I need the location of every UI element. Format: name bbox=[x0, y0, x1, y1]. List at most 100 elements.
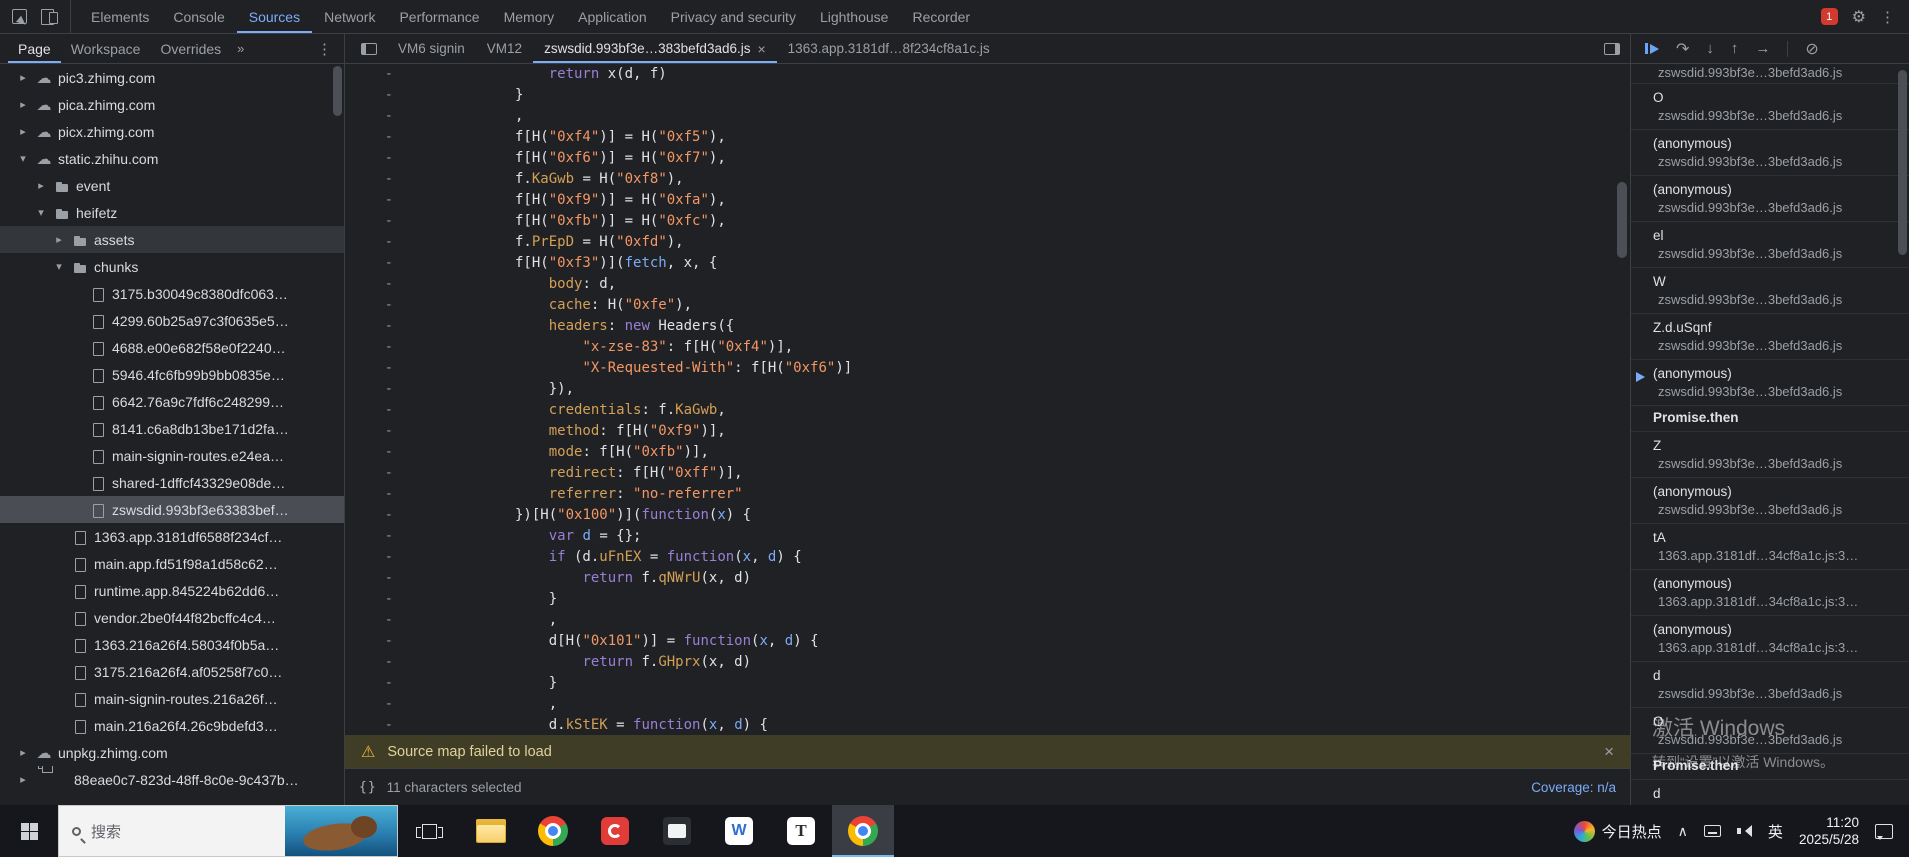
coverage-link[interactable]: Coverage: n/a bbox=[1531, 780, 1616, 795]
line-gutter[interactable]: - bbox=[345, 190, 393, 211]
line-gutter[interactable]: - bbox=[345, 253, 393, 274]
code-line[interactable]: -f.PrEpD = H("0xfd"), bbox=[345, 232, 1630, 253]
tree-item[interactable]: 6642.76a9c7fdf6c248299… bbox=[0, 388, 344, 415]
line-gutter[interactable]: - bbox=[345, 526, 393, 547]
code-line[interactable]: - d.kStEK = function(x, d) { bbox=[345, 715, 1630, 735]
line-gutter[interactable]: - bbox=[345, 232, 393, 253]
tree-item[interactable]: 3175.b30049c8380dfc063… bbox=[0, 280, 344, 307]
call-stack-frame[interactable]: (anonymous)1363.app.3181df…34cf8a1c.js:3… bbox=[1631, 570, 1909, 616]
line-gutter[interactable]: - bbox=[345, 694, 393, 715]
chrome-active-button[interactable] bbox=[832, 805, 894, 857]
tree-item[interactable]: shared-1dffcf43329e08de… bbox=[0, 469, 344, 496]
tree-item[interactable]: main-signin-routes.216a26f… bbox=[0, 685, 344, 712]
toggle-debugger-button[interactable] bbox=[1594, 34, 1630, 63]
chrome-button[interactable] bbox=[522, 805, 584, 857]
tree-item[interactable]: 1363.216a26f4.58034f0b5a… bbox=[0, 631, 344, 658]
call-stack-frame[interactable]: dzswsdid.993bf3e…3befd3ad6.js bbox=[1631, 662, 1909, 708]
line-gutter[interactable]: - bbox=[345, 379, 393, 400]
step-over-button[interactable]: ↷ bbox=[1676, 39, 1689, 59]
code-line[interactable]: - referrer: "no-referrer" bbox=[345, 484, 1630, 505]
search-highlight-image[interactable] bbox=[285, 806, 397, 856]
pretty-print-button[interactable]: {} bbox=[359, 780, 377, 795]
search-input[interactable]: 搜索 bbox=[58, 805, 398, 857]
code-line[interactable]: -} bbox=[345, 85, 1630, 106]
file-tab[interactable]: VM6 signin bbox=[387, 34, 476, 63]
start-button[interactable] bbox=[0, 805, 58, 857]
code-line[interactable]: - headers: new Headers({ bbox=[345, 316, 1630, 337]
expand-icon[interactable]: ▸ bbox=[16, 746, 30, 759]
tree-item[interactable]: ▸assets bbox=[0, 226, 344, 253]
red-app-button[interactable] bbox=[584, 805, 646, 857]
line-gutter[interactable]: - bbox=[345, 673, 393, 694]
expand-icon[interactable]: ▸ bbox=[16, 98, 30, 111]
line-gutter[interactable]: - bbox=[345, 547, 393, 568]
line-gutter[interactable]: - bbox=[345, 484, 393, 505]
tree-item[interactable]: ▸event bbox=[0, 172, 344, 199]
code-line[interactable]: - if (d.uFnEX = function(x, d) { bbox=[345, 547, 1630, 568]
tree-item[interactable]: ▾☁static.zhihu.com bbox=[0, 145, 344, 172]
collapse-icon[interactable]: ▾ bbox=[16, 152, 30, 165]
close-icon[interactable]: × bbox=[1604, 742, 1614, 762]
volume-icon[interactable] bbox=[1737, 824, 1752, 838]
code-line[interactable]: - mode: f[H("0xfb")], bbox=[345, 442, 1630, 463]
step-out-button[interactable]: ↑ bbox=[1731, 40, 1739, 57]
tab-performance[interactable]: Performance bbox=[387, 0, 491, 33]
code-line[interactable]: - method: f[H("0xf9")], bbox=[345, 421, 1630, 442]
tab-privacy-and-security[interactable]: Privacy and security bbox=[659, 0, 808, 33]
line-gutter[interactable]: - bbox=[345, 337, 393, 358]
code-line[interactable]: -f.KaGwb = H("0xf8"), bbox=[345, 169, 1630, 190]
tab-elements[interactable]: Elements bbox=[79, 0, 161, 33]
resume-button[interactable] bbox=[1645, 43, 1659, 54]
expand-icon[interactable]: ▸ bbox=[16, 125, 30, 138]
file-tab[interactable]: 1363.app.3181df…8f234cf8a1c.js bbox=[777, 34, 1001, 63]
tab-network[interactable]: Network bbox=[312, 0, 387, 33]
code-line[interactable]: -f[H("0xf9")] = H("0xfa"), bbox=[345, 190, 1630, 211]
typora-button[interactable]: T bbox=[770, 805, 832, 857]
tab-application[interactable]: Application bbox=[566, 0, 659, 33]
code-line[interactable]: - "x-zse-83": f[H("0xf4")], bbox=[345, 337, 1630, 358]
issues-badge[interactable]: 1 bbox=[1821, 8, 1838, 25]
tree-item[interactable]: main.app.fd51f98a1d58c62… bbox=[0, 550, 344, 577]
code-line[interactable]: - return f.GHprx(x, d) bbox=[345, 652, 1630, 673]
tree-item[interactable]: ▸☁pica.zhimg.com bbox=[0, 91, 344, 118]
line-gutter[interactable]: - bbox=[345, 316, 393, 337]
step-button[interactable]: → bbox=[1755, 40, 1770, 57]
call-stack-frame[interactable]: (anonymous)1363.app.3181df…34cf8a1c.js:3… bbox=[1631, 616, 1909, 662]
line-gutter[interactable]: - bbox=[345, 127, 393, 148]
tree-item[interactable]: ▸☁pic3.zhimg.com bbox=[0, 64, 344, 91]
collapse-icon[interactable]: ▾ bbox=[52, 260, 66, 273]
tree-item[interactable]: ▸☁unpkg.zhimg.com bbox=[0, 739, 344, 766]
tab-sources[interactable]: Sources bbox=[237, 0, 312, 33]
line-gutter[interactable]: - bbox=[345, 463, 393, 484]
line-gutter[interactable]: - bbox=[345, 442, 393, 463]
call-stack-frame[interactable]: (anonymous)zswsdid.993bf3e…3befd3ad6.js bbox=[1631, 130, 1909, 176]
line-gutter[interactable]: - bbox=[345, 589, 393, 610]
navigator-tab-page[interactable]: Page bbox=[8, 34, 61, 63]
call-stack-frame[interactable]: Ozswsdid.993bf3e…3befd3ad6.js bbox=[1631, 708, 1909, 754]
scrollbar-thumb[interactable] bbox=[1617, 182, 1627, 258]
code-line[interactable]: - "X-Requested-With": f[H("0xf6")] bbox=[345, 358, 1630, 379]
tree-item[interactable]: main.216a26f4.26c9bdefd3… bbox=[0, 712, 344, 739]
tree-item[interactable]: runtime.app.845224b62dd6… bbox=[0, 577, 344, 604]
code-line[interactable]: - , bbox=[345, 694, 1630, 715]
code-line[interactable]: - credentials: f.KaGwb, bbox=[345, 400, 1630, 421]
code-line[interactable]: -f[H("0xf4")] = H("0xf5"), bbox=[345, 127, 1630, 148]
tab-console[interactable]: Console bbox=[161, 0, 236, 33]
call-stack-frame[interactable]: dzswsdid.993bf3e…3befd3ad6.js bbox=[1631, 780, 1909, 805]
tree-item[interactable]: 8141.c6a8db13be171d2fa… bbox=[0, 415, 344, 442]
file-tab[interactable]: zswsdid.993bf3e…383befd3ad6.js× bbox=[533, 34, 777, 63]
deactivate-breakpoints-button[interactable]: ⊘ bbox=[1805, 39, 1818, 59]
call-stack-frame[interactable]: Wzswsdid.993bf3e…3befd3ad6.js bbox=[1631, 268, 1909, 314]
line-gutter[interactable]: - bbox=[345, 421, 393, 442]
line-gutter[interactable]: - bbox=[345, 169, 393, 190]
file-explorer-button[interactable] bbox=[460, 805, 522, 857]
line-gutter[interactable]: - bbox=[345, 400, 393, 421]
line-gutter[interactable]: - bbox=[345, 610, 393, 631]
tree-item[interactable]: zswsdid.993bf3e63383bef… bbox=[0, 496, 344, 523]
tree-item[interactable]: 3175.216a26f4.af05258f7c0… bbox=[0, 658, 344, 685]
line-gutter[interactable]: - bbox=[345, 148, 393, 169]
tree-item[interactable]: 1363.app.3181df6588f234cf… bbox=[0, 523, 344, 550]
code-line[interactable]: -f[H("0xfb")] = H("0xfc"), bbox=[345, 211, 1630, 232]
call-stack-frame[interactable]: tA1363.app.3181df…34cf8a1c.js:3… bbox=[1631, 524, 1909, 570]
call-stack-frame[interactable]: elzswsdid.993bf3e…3befd3ad6.js bbox=[1631, 222, 1909, 268]
